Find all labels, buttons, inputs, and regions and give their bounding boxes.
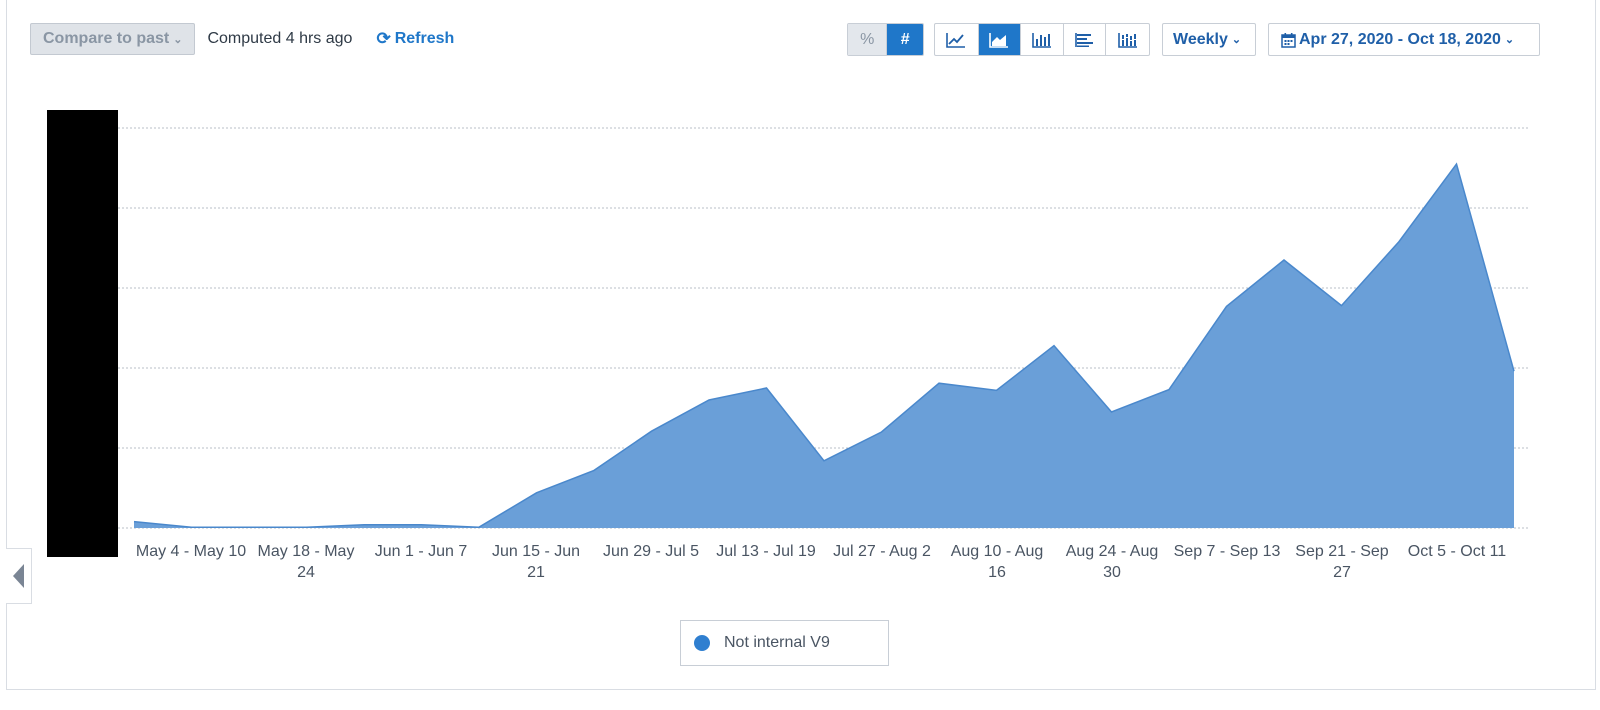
x-tick-label: Jul 27 - Aug 2 [833, 543, 931, 560]
x-tick-label: Oct 5 - Oct 11 [1408, 543, 1507, 560]
x-tick-label: May 4 - May 10 [136, 543, 246, 560]
area-chart: May 4 - May 10 May 18 - May 24 Jun 1 - Jun … [118, 127, 1530, 581]
redacted-y-axis [47, 110, 118, 557]
x-axis-labels: May 4 - May 10 May 18 - May 24 Jun 1 - Jun … [136, 543, 1506, 581]
series-area [133, 162, 1515, 528]
x-tick-label: May 18 - May 24 [258, 543, 355, 581]
legend-label: Not internal V9 [724, 634, 830, 651]
x-tick-label: Jun 15 - Jun 21 [492, 543, 580, 581]
legend-dot [694, 635, 710, 651]
x-tick-label: Jun 1 - Jun 7 [375, 543, 468, 560]
x-tick-label: Sep 7 - Sep 13 [1174, 543, 1281, 560]
x-tick-label: Jun 29 - Jul 5 [603, 543, 699, 560]
x-tick-label: Aug 10 - Aug 16 [951, 543, 1044, 581]
scroll-left-button[interactable] [6, 548, 32, 604]
series-area-fill[interactable] [134, 164, 1514, 528]
x-tick-label: Jul 13 - Jul 19 [716, 543, 816, 560]
chart-legend[interactable]: Not internal V9 [680, 620, 889, 666]
x-tick-label: Sep 21 - Sep 27 [1295, 543, 1389, 581]
scroll-left-icon [13, 564, 24, 588]
x-tick-label: Aug 24 - Aug 30 [1066, 543, 1159, 581]
